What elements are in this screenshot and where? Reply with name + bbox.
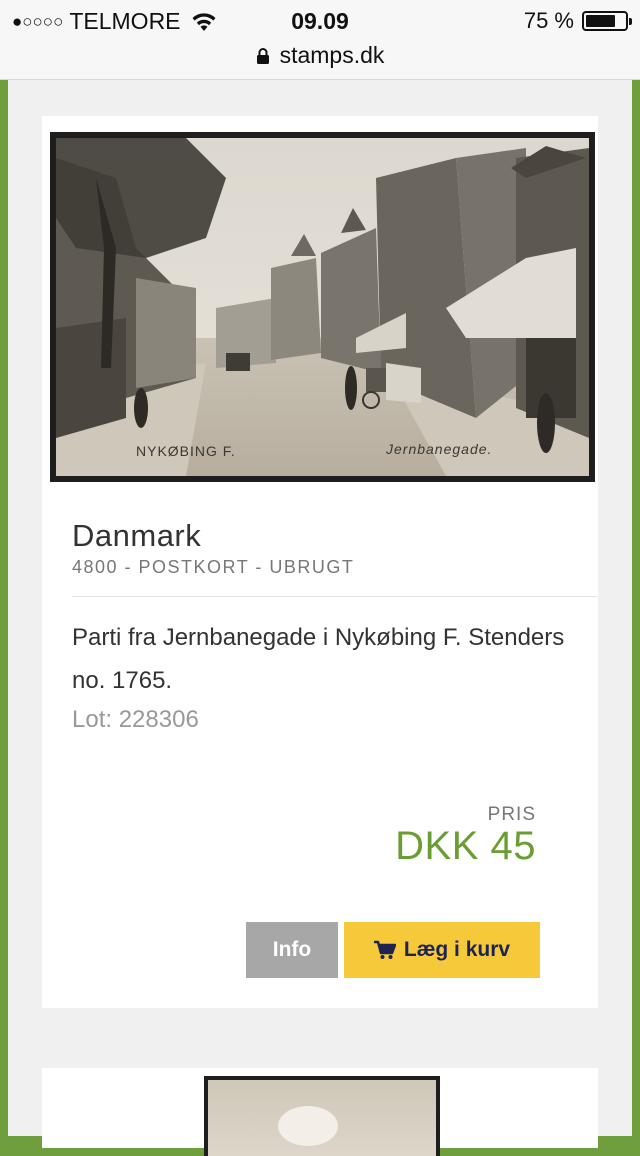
item-title: Danmark	[72, 518, 202, 553]
battery-icon	[582, 11, 632, 31]
url-domain: stamps.dk	[279, 42, 385, 68]
next-listing-card	[42, 1068, 598, 1156]
add-to-cart-label: Læg i kurv	[403, 938, 511, 961]
price-label: PRIS	[487, 804, 536, 825]
item-category: 4800 - POSTKORT - UBRUGT	[72, 557, 355, 577]
info-button[interactable]: Info	[246, 922, 338, 978]
lock-icon	[256, 47, 269, 64]
divider	[72, 596, 598, 597]
price-value: DKK 45	[395, 824, 536, 868]
add-to-cart-button[interactable]: Læg i kurv	[344, 922, 540, 978]
postcard-caption-right: Jernbanegade.	[385, 441, 492, 457]
battery-status: 75 %	[523, 8, 632, 34]
listing-card: NYKØBING F. Jernbanegade. Danmark 4800 -…	[42, 116, 598, 1008]
postcard-caption-left: NYKØBING F.	[136, 443, 236, 459]
battery-percentage: 75 %	[523, 8, 574, 33]
item-description: Parti fra Jernbanegade i Nykøbing F. Ste…	[72, 624, 565, 694]
address-bar[interactable]: stamps.dk	[0, 42, 640, 69]
shopping-cart-icon	[373, 940, 396, 959]
ios-status-bar: ●○○○○ TELMORE 09.09 75 % stamps.dk	[0, 0, 640, 80]
street-scene-illustration: NYKØBING F. Jernbanegade.	[56, 138, 589, 476]
postcard-image[interactable]: NYKØBING F. Jernbanegade.	[50, 132, 595, 482]
info-button-label: Info	[272, 938, 312, 961]
battery-level	[586, 15, 615, 27]
lot-number: Lot: 228306	[72, 706, 199, 733]
page-content: NYKØBING F. Jernbanegade. Danmark 4800 -…	[8, 80, 632, 1156]
next-postcard-image[interactable]	[204, 1076, 440, 1156]
